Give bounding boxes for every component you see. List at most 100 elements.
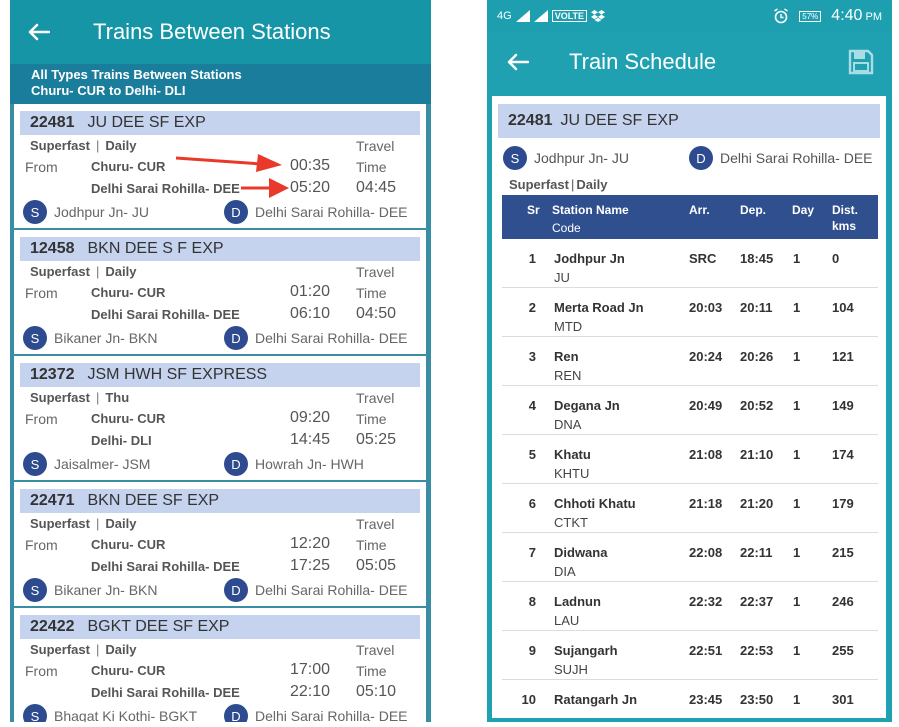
- row-distance: 255: [832, 643, 854, 658]
- train-type: Superfast: [30, 516, 90, 531]
- train-card[interactable]: 22471 BKN DEE SF EXP Superfast | Daily Travel…: [14, 482, 426, 606]
- col-dep: Dep.: [740, 203, 767, 217]
- train-name: BGKT DEE SF EXP: [87, 618, 230, 635]
- table-row: 5 Khatu KHTU 21:08 21:10 1 174: [502, 435, 878, 484]
- train-days: Daily: [105, 642, 137, 657]
- travel-duration: 04:50: [356, 305, 397, 322]
- row-distance: 301: [832, 692, 854, 707]
- row-arrival: 22:08: [689, 545, 723, 560]
- time-label: Time: [356, 663, 387, 679]
- row-sr: 4: [528, 398, 536, 413]
- departure-time: 09:20: [290, 409, 331, 426]
- row-departure: 20:11: [740, 300, 773, 315]
- row-day: 1: [793, 643, 801, 658]
- source-station: S Bikaner Jn- BKN: [23, 326, 157, 350]
- to-station: Delhi Sarai Rohilla- DEE: [91, 181, 240, 196]
- row-departure: 22:53: [740, 643, 774, 658]
- row-station-name: Didwana: [554, 545, 608, 560]
- row-departure: 22:37: [740, 594, 774, 609]
- train-header: 22471 BKN DEE SF EXP: [20, 489, 420, 513]
- destination-station: D Delhi Sarai Rohilla- DEE: [224, 704, 408, 722]
- source-badge: S: [23, 452, 47, 476]
- row-departure: 18:45: [740, 251, 774, 266]
- destination-badge: D: [224, 704, 248, 722]
- source-station-name: Jaisalmer- JSM: [54, 456, 151, 472]
- source-station-name: Bhagat Ki Kothi- BGKT: [54, 708, 198, 722]
- from-station: Churu- CUR: [91, 537, 166, 552]
- row-distance: 246: [832, 594, 854, 609]
- train-type: Superfast: [30, 138, 90, 153]
- table-row: 8 Ladnun LAU 22:32 22:37 1 246: [502, 582, 878, 631]
- row-arrival: 20:03: [689, 300, 723, 315]
- col-day: Day: [792, 203, 815, 217]
- departure-time: 17:00: [290, 661, 331, 678]
- status-bar: 4G VOLTE 57% 4:40 PM: [487, 0, 892, 32]
- clock-ampm: PM: [865, 11, 883, 23]
- time-label: Time: [356, 159, 387, 175]
- volte-indicator: VOLTE: [551, 10, 588, 22]
- source-badge: S: [23, 578, 47, 602]
- from-label: From: [25, 537, 58, 553]
- train-days: Daily: [576, 177, 608, 192]
- left-app-bar: Trains Between Stations: [10, 0, 431, 64]
- train-number: 12458: [30, 240, 75, 257]
- source-station-name: Bikaner Jn- BKN: [54, 582, 158, 598]
- annotation-arrow-arrival: [241, 178, 289, 198]
- row-station-code: CTKT: [554, 515, 588, 530]
- train-days: Daily: [105, 138, 137, 153]
- train-name: JU DEE SF EXP: [87, 114, 206, 131]
- row-station-name: Ratangarh Jn: [554, 692, 638, 707]
- row-station-name: Degana Jn: [554, 398, 620, 413]
- row-station-code: DNA: [554, 417, 582, 432]
- train-meta: Superfast | Daily: [509, 177, 608, 192]
- source-station-name: Jodhpur Jn- JU: [534, 150, 629, 166]
- train-header: 22422 BGKT DEE SF EXP: [20, 615, 420, 639]
- row-day: 1: [793, 251, 801, 266]
- train-meta: Superfast | Thu: [30, 390, 130, 405]
- from-station: Churu- CUR: [91, 159, 166, 174]
- train-meta: Superfast | Daily: [30, 264, 137, 279]
- row-station-code: MTD: [554, 319, 583, 334]
- train-schedule-screen: 4G VOLTE 57% 4:40 PM Train Schedule 2248…: [487, 0, 892, 722]
- to-station: Delhi Sarai Rohilla- DEE: [91, 685, 240, 700]
- row-distance: 149: [832, 398, 854, 413]
- from-label: From: [25, 411, 58, 427]
- time-label: Time: [356, 285, 387, 301]
- to-station: Delhi Sarai Rohilla- DEE: [91, 307, 240, 322]
- travel-label: Travel: [356, 138, 395, 154]
- arrival-time: 22:10: [290, 683, 331, 700]
- col-dist: Dist.: [832, 203, 859, 217]
- table-row: 3 Ren REN 20:24 20:26 1 121: [502, 337, 878, 386]
- row-sr: 5: [528, 447, 536, 462]
- train-days: Daily: [105, 516, 137, 531]
- row-sr: 7: [528, 545, 536, 560]
- col-station: Station Name: [552, 203, 629, 217]
- clock: 4:40 PM: [831, 7, 882, 25]
- row-distance: 121: [832, 349, 854, 364]
- train-card[interactable]: 22422 BGKT DEE SF EXP Superfast | Daily Trave…: [14, 608, 426, 722]
- page-title: Train Schedule: [569, 49, 717, 74]
- row-station-name: Khatu: [554, 447, 591, 462]
- row-arrival: 21:18: [689, 496, 723, 511]
- source-station: S Jodhpur Jn- JU: [23, 200, 149, 224]
- train-number: 12372: [30, 366, 75, 383]
- destination-station-name: Delhi Sarai Rohilla- DEE: [255, 204, 408, 220]
- train-name: JU DEE SF EXP: [560, 112, 679, 129]
- source-station: S Jodhpur Jn- JU: [503, 146, 629, 170]
- row-sr: 9: [528, 643, 536, 658]
- back-arrow-icon: [28, 23, 50, 41]
- save-button[interactable]: [848, 49, 874, 80]
- train-days: Daily: [105, 264, 137, 279]
- train-header: 12458 BKN DEE S F EXP: [20, 237, 420, 261]
- trains-between-stations-screen: Trains Between Stations All Types Trains…: [10, 0, 431, 722]
- row-sr: 8: [528, 594, 536, 609]
- row-station-name: Chhoti Khatu: [554, 496, 636, 511]
- train-card[interactable]: 22481 JU DEE SF EXP Superfast | Daily Travel F…: [14, 104, 426, 228]
- row-distance: 104: [832, 300, 854, 315]
- back-button[interactable]: [487, 53, 549, 71]
- train-card[interactable]: 12458 BKN DEE S F EXP Superfast | Daily Trave…: [14, 230, 426, 354]
- back-button[interactable]: [10, 23, 68, 41]
- row-sr: 3: [528, 349, 536, 364]
- train-card[interactable]: 12372 JSM HWH SF EXPRESS Superfast | Thu Trav…: [14, 356, 426, 480]
- destination-station: D Howrah Jn- HWH: [224, 452, 364, 476]
